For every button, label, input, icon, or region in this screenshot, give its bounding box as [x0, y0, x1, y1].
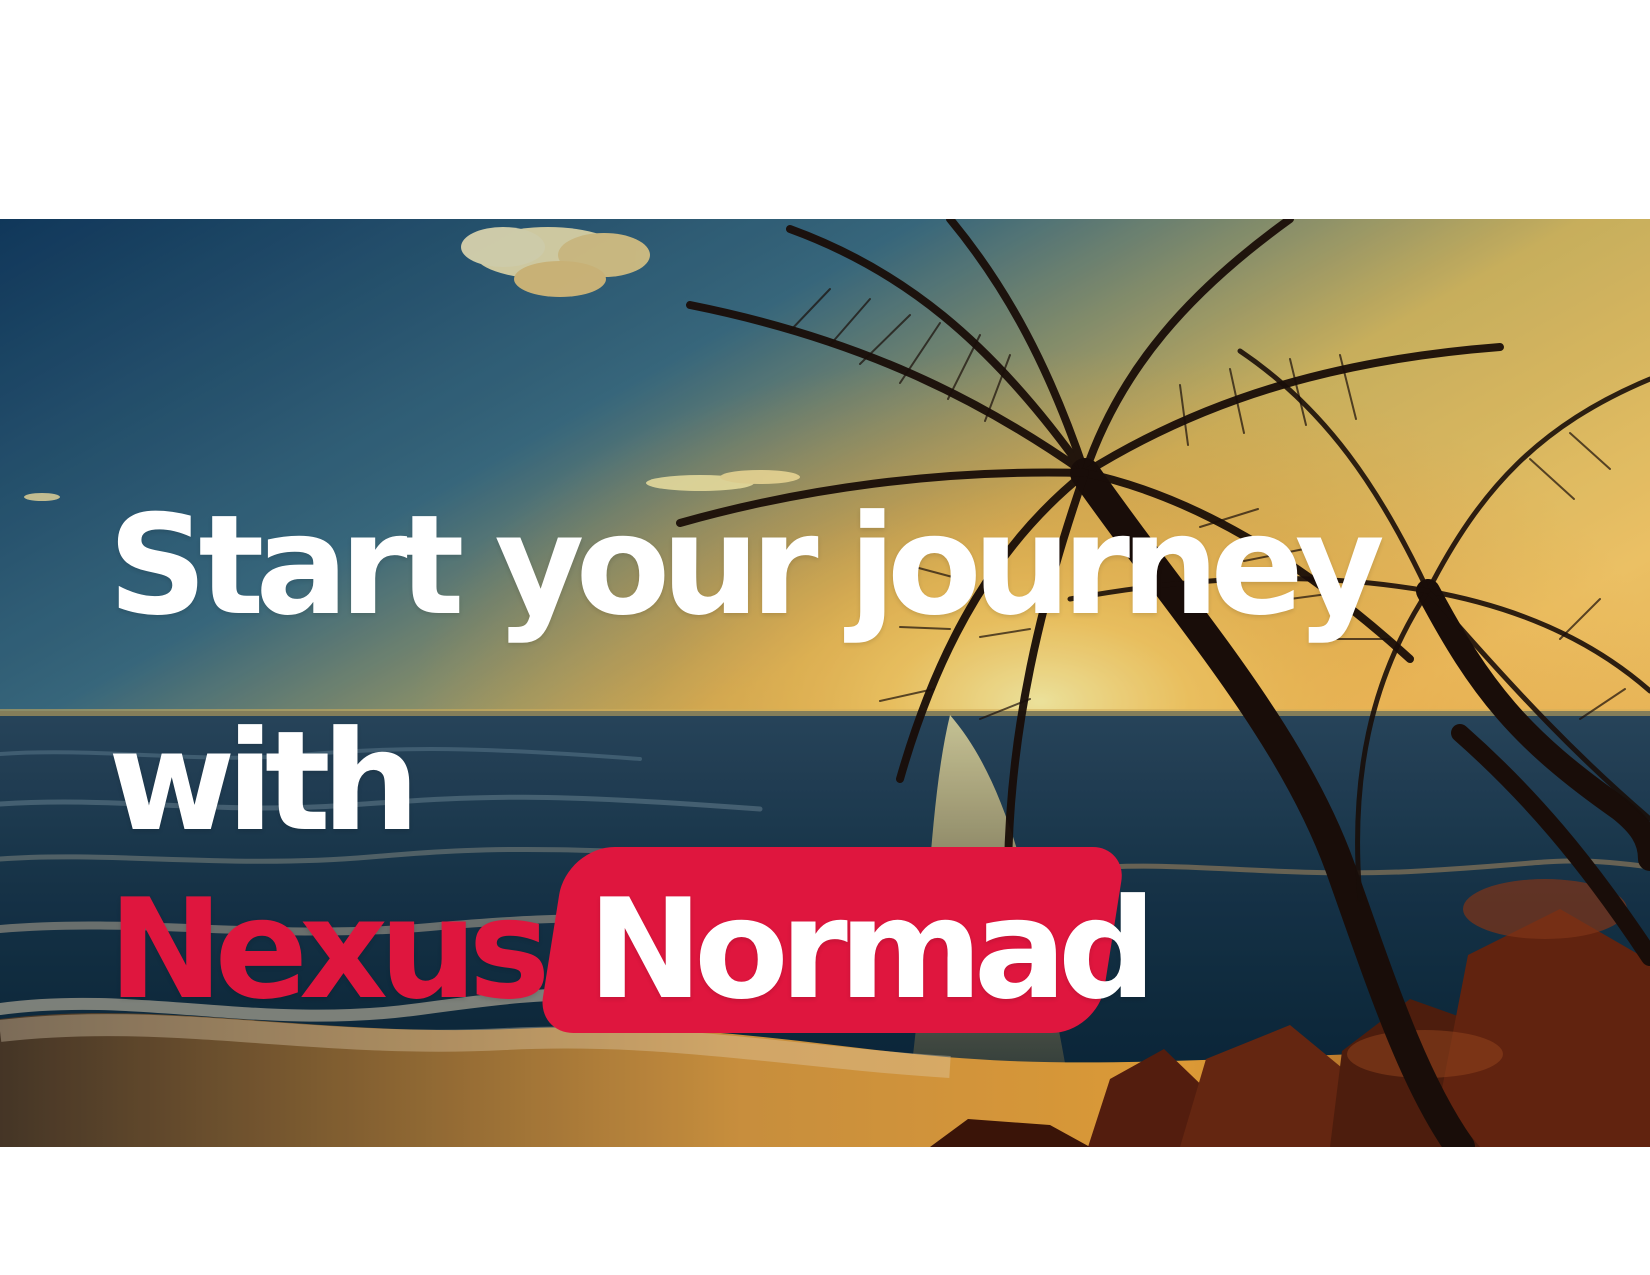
brand-name-nexus: Nexus — [108, 869, 550, 1030]
brand-name-normad: Normad — [587, 869, 1157, 1030]
headline-line-start-journey: Start your journey — [108, 485, 1385, 646]
brand-name-highlight: Normad — [536, 847, 1240, 1033]
headline-line-with: with — [108, 701, 420, 862]
brand-name-line: Nexus Normad — [108, 847, 1240, 1033]
promotional-banner-page: Start your journey with Nexus Normad — [0, 0, 1650, 1275]
beach-sunset-hero: Start your journey with Nexus Normad — [0, 219, 1650, 1147]
